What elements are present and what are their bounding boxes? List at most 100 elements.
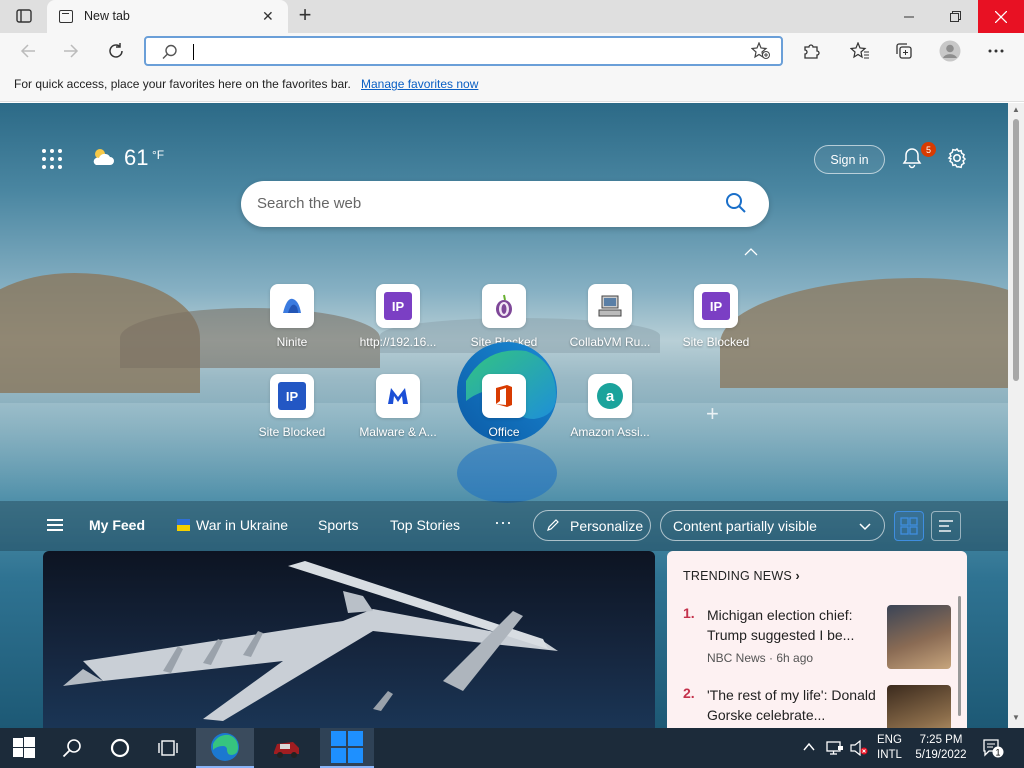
collections-button[interactable] (889, 37, 919, 65)
feed-tab-my-feed[interactable]: My Feed (89, 517, 145, 533)
search-icon[interactable] (725, 192, 747, 214)
feed-more-button[interactable]: ··· (494, 512, 512, 533)
trending-news-title: TRENDING NEWS (683, 569, 792, 583)
seaplane-image (63, 561, 558, 721)
ninite-icon (283, 298, 301, 313)
extensions-button[interactable] (796, 37, 826, 65)
quick-link-tile[interactable]: Malware & A... (353, 374, 443, 454)
hero-news-card[interactable] (43, 551, 655, 728)
input-language-indicator[interactable]: ENG INTL (877, 733, 902, 763)
forward-button[interactable] (56, 37, 86, 65)
tab-actions-button[interactable] (8, 5, 40, 27)
tile-icon-box: IP (270, 374, 314, 418)
weather-temperature[interactable]: 61 (124, 145, 148, 171)
windows-taskbar: ENG INTL 7:25 PM 5/19/2022 1 (0, 728, 1024, 768)
more-dots-icon (988, 49, 1004, 53)
tile-label: Site Blocked (258, 425, 326, 439)
manage-favorites-link[interactable]: Manage favorites now (361, 77, 478, 91)
new-tab-button[interactable]: + (293, 4, 317, 28)
task-view-button[interactable] (144, 728, 192, 768)
favorites-button[interactable] (845, 37, 875, 65)
quick-link-tile[interactable]: CollabVM Ru... (565, 284, 655, 364)
tile-icon-box: a (588, 374, 632, 418)
pencil-icon (547, 519, 559, 531)
tile-icon-box (588, 284, 632, 328)
page-scrollbar[interactable]: ▲ ▼ (1008, 103, 1024, 728)
feed-tab-sports[interactable]: Sports (318, 517, 358, 533)
keyboard-layout: INTL (877, 749, 902, 761)
close-tab-icon[interactable]: ✕ (262, 8, 274, 25)
edge-icon (211, 733, 239, 761)
tile-label: Amazon Assi... (570, 425, 650, 439)
cortana-button[interactable] (96, 728, 144, 768)
app-launcher-button[interactable] (42, 149, 62, 169)
restore-button[interactable] (932, 0, 978, 33)
tile-icon-box (482, 284, 526, 328)
trending-scrollbar[interactable] (958, 596, 961, 716)
taskbar-start-tiles-button[interactable] (320, 728, 374, 768)
trending-news-header[interactable]: TRENDING NEWS › (683, 569, 800, 583)
settings-and-more-button[interactable] (981, 37, 1011, 65)
cortana-circle-icon (110, 738, 130, 758)
trending-rank: 2. (683, 685, 695, 701)
sign-in-button[interactable]: Sign in (814, 145, 885, 174)
grid-layout-icon (900, 517, 918, 535)
tile-icon-box (270, 284, 314, 328)
scrollbar-thumb[interactable] (1013, 119, 1019, 381)
ukraine-flag-icon (177, 519, 190, 531)
taskbar-search-button[interactable] (48, 728, 96, 768)
quick-link-tile[interactable]: IP Site Blocked (671, 284, 761, 364)
ip-icon: IP (384, 292, 412, 320)
text-caret (193, 44, 194, 60)
minimize-button[interactable] (886, 0, 932, 33)
clock[interactable]: 7:25 PM 5/19/2022 (913, 733, 969, 763)
tab-actions-icon (16, 9, 32, 23)
content-visibility-value: Content partially visible (673, 517, 817, 534)
refresh-button[interactable] (101, 37, 131, 65)
chevron-up-icon[interactable] (744, 248, 758, 256)
quick-link-tile[interactable]: Ninite (247, 284, 337, 364)
trending-thumbnail (887, 685, 951, 728)
close-icon (995, 10, 1007, 23)
show-hidden-icons-icon[interactable] (802, 740, 816, 754)
grid-layout-button[interactable] (894, 511, 924, 541)
profile-button[interactable] (935, 37, 965, 65)
feed-tab-top-stories[interactable]: Top Stories (390, 517, 460, 533)
refresh-icon (109, 43, 123, 58)
start-button[interactable] (0, 728, 48, 768)
hamburger-menu-icon[interactable] (47, 519, 63, 531)
taskbar-app-button[interactable] (258, 728, 314, 768)
background-hill (720, 278, 1008, 388)
list-layout-button[interactable] (931, 511, 961, 541)
content-visibility-dropdown[interactable]: Content partially visible (660, 510, 885, 541)
personalize-button[interactable]: Personalize (533, 510, 651, 541)
web-search-box[interactable]: Search the web (241, 181, 769, 227)
tile-label: http://192.16... (359, 335, 437, 349)
scroll-up-arrow-icon[interactable]: ▲ (1012, 105, 1020, 114)
feed-tab-war-in-ukraine[interactable]: War in Ukraine (177, 517, 288, 533)
quick-link-tile[interactable]: IP http://192.16... (353, 284, 443, 364)
scroll-down-arrow-icon[interactable]: ▼ (1012, 713, 1020, 722)
svg-text:a: a (606, 388, 615, 405)
bell-icon[interactable] (902, 147, 922, 169)
quick-link-tile[interactable]: Office (459, 374, 549, 454)
action-center-icon[interactable]: 1 (982, 738, 1004, 758)
volume-muted-icon[interactable] (850, 740, 868, 756)
trending-source: NBC News · 6h ago (707, 651, 814, 665)
notification-count: 1 (995, 748, 1000, 758)
network-icon[interactable] (826, 740, 844, 756)
address-bar[interactable] (144, 36, 783, 66)
close-window-button[interactable] (978, 0, 1024, 33)
tile-icon-box (482, 374, 526, 418)
back-button[interactable] (13, 37, 43, 65)
quick-link-tile[interactable]: a Amazon Assi... (565, 374, 655, 454)
clock-date: 5/19/2022 (915, 749, 967, 761)
favorites-bar: For quick access, place your favorites h… (0, 69, 1024, 102)
quick-link-tile[interactable]: IP Site Blocked (247, 374, 337, 454)
add-favorite-icon[interactable] (751, 42, 771, 60)
tile-icon-box: IP (694, 284, 738, 328)
taskbar-edge-button[interactable] (196, 728, 254, 768)
add-quick-link-button[interactable]: + (706, 401, 719, 427)
gear-icon[interactable] (946, 147, 968, 169)
tab-new-tab[interactable]: New tab ✕ (47, 0, 288, 33)
